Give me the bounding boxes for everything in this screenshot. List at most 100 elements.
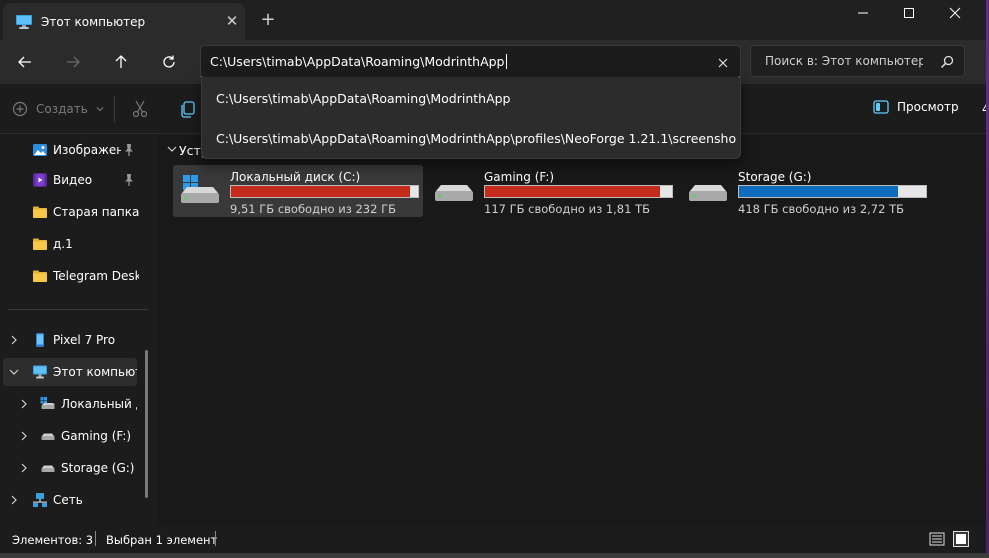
sidebar-item-label: Pixel 7 Pro (53, 333, 116, 347)
drive-name: Локальный диск (C:) (230, 170, 361, 184)
cut-icon[interactable] (130, 99, 150, 119)
tiles-view-icon[interactable] (953, 531, 969, 547)
phone-icon (36, 333, 44, 347)
tab-title: Этот компьютер (41, 15, 146, 29)
sidebar-item-label: д.1 (53, 237, 73, 251)
network-icon (33, 493, 47, 507)
address-value: C:\Users\timab\AppData\Roaming\ModrinthA… (210, 54, 505, 69)
address-input[interactable]: C:\Users\timab\AppData\Roaming\ModrinthA… (210, 54, 700, 72)
back-button[interactable] (10, 48, 40, 76)
refresh-icon (163, 55, 175, 68)
sidebar-item-d1[interactable]: д.1 (0, 229, 140, 259)
sidebar-item-label: Видео (53, 173, 93, 187)
system-drive-icon (40, 397, 55, 409)
drive-tile[interactable]: Gaming (F:) 117 ГБ свободно из 1,81 ТБ (427, 165, 677, 217)
sidebar-item-label: Изображения (53, 143, 121, 157)
sidebar-item-telegram[interactable]: Telegram Desktop (0, 261, 140, 291)
chevron-down-icon[interactable] (8, 366, 20, 378)
sidebar-item-network[interactable]: Сеть (0, 485, 140, 515)
drive-tile[interactable]: Storage (G:) 418 ГБ свободно из 2,72 ТБ (681, 165, 931, 217)
status-separator (215, 531, 216, 546)
sidebar-item-gaming-f[interactable]: Gaming (F:) (0, 421, 140, 451)
tab-this-pc[interactable]: Этот компьютер ✕ (3, 3, 245, 40)
up-button[interactable] (106, 48, 136, 76)
command-separator (114, 96, 115, 122)
sidebar-scrollbar[interactable] (145, 350, 148, 498)
maximize-button[interactable] (886, 0, 932, 26)
close-window-button[interactable] (932, 0, 978, 26)
chevron-right-icon[interactable] (18, 398, 30, 410)
details-view-icon[interactable] (929, 532, 945, 546)
sidebar-item-storage-g[interactable]: Storage (G:) (0, 453, 140, 483)
arrow-left-icon (18, 56, 31, 68)
taskbar-strip (0, 553, 989, 558)
folder-icon (33, 238, 47, 250)
sidebar-item-local-disk-c[interactable]: Локальный диск (C:) (0, 389, 140, 419)
search-icon[interactable] (939, 54, 955, 70)
item-count: Элементов: 3 (12, 533, 94, 547)
drive-usage-fill (231, 186, 411, 197)
drive-usage-bar (738, 185, 927, 198)
chevron-right-icon[interactable] (18, 462, 30, 474)
pin-icon[interactable] (123, 173, 135, 187)
sidebar-item-pixel7pro[interactable]: Pixel 7 Pro (0, 325, 140, 355)
search-box[interactable]: Поиск в: Этот компьютер (750, 45, 965, 77)
address-bar[interactable]: C:\Users\timab\AppData\Roaming\ModrinthA… (200, 45, 741, 79)
selection-count: Выбран 1 элемент (106, 533, 218, 547)
computer-icon (33, 365, 47, 379)
chevron-right-icon[interactable] (18, 430, 30, 442)
maximize-icon (904, 8, 914, 18)
sidebar-item-video[interactable]: Видео (0, 165, 140, 195)
plus-circle-icon (12, 101, 28, 117)
sidebar-item-label: Локальный диск (C:) (61, 397, 137, 411)
text-caret (505, 54, 507, 69)
copy-icon[interactable] (178, 99, 198, 119)
drive-tile[interactable]: Локальный диск (C:) 9,51 ГБ свободно из … (173, 165, 423, 217)
close-tab-icon[interactable]: ✕ (222, 11, 242, 31)
refresh-button[interactable] (154, 48, 184, 76)
close-icon (949, 7, 961, 19)
suggestion-item[interactable]: C:\Users\timab\AppData\Roaming\ModrinthA… (216, 131, 736, 146)
chevron-right-icon[interactable] (8, 334, 20, 346)
drive-name: Storage (G:) (738, 170, 812, 184)
drive-icon (41, 433, 55, 440)
drive-free-space: 117 ГБ свободно из 1,81 ТБ (484, 202, 651, 216)
sidebar-item-label: Storage (G:) (61, 461, 135, 475)
forward-button[interactable] (58, 48, 88, 76)
preview-pane-icon (873, 100, 889, 114)
suggestion-item[interactable]: C:\Users\timab\AppData\Roaming\ModrinthA… (216, 91, 736, 106)
status-separator (95, 531, 96, 546)
sidebar-item-this-pc[interactable]: Этот компьютер (0, 357, 140, 387)
address-suggestions: C:\Users\timab\AppData\Roaming\ModrinthA… (201, 77, 741, 159)
minimize-icon (858, 12, 868, 14)
chevron-down-icon[interactable] (166, 143, 178, 155)
arrow-right-icon (67, 56, 80, 68)
computer-icon (16, 15, 32, 29)
drive-free-space: 9,51 ГБ свободно из 232 ГБ (230, 202, 396, 216)
sidebar-item-pictures[interactable]: Изображения (0, 135, 140, 165)
chevron-right-icon[interactable] (8, 494, 20, 506)
sidebar-divider (8, 309, 148, 310)
pin-icon[interactable] (123, 143, 135, 157)
clear-address-button[interactable] (713, 53, 733, 73)
sidebar-item-label: Сеть (53, 493, 83, 507)
content-pane: Устройства и диски Локальный диск (C:) 9… (157, 135, 989, 525)
drive-usage-fill (485, 186, 661, 197)
search-input[interactable]: Поиск в: Этот компьютер (765, 54, 923, 68)
folder-icon (33, 270, 47, 282)
sidebar-item-label: Gaming (F:) (61, 429, 132, 443)
drive-usage-fill (739, 186, 898, 197)
preview-label: Просмотр (897, 100, 959, 114)
sidebar-item-label: Этот компьютер (53, 365, 137, 379)
arrow-up-icon (115, 55, 127, 68)
create-label: Создать (36, 102, 88, 116)
new-tab-button[interactable]: + (258, 10, 278, 30)
preview-button[interactable]: Просмотр (873, 100, 959, 114)
minimize-button[interactable] (840, 0, 886, 26)
drive-icon (41, 465, 55, 472)
create-button[interactable]: Создать (12, 98, 104, 120)
sidebar-item-label: Telegram Desktop (53, 269, 139, 283)
system-drive-icon (181, 175, 219, 203)
close-icon (718, 58, 728, 68)
sidebar-item-old-folder[interactable]: Старая папка (0, 197, 140, 227)
